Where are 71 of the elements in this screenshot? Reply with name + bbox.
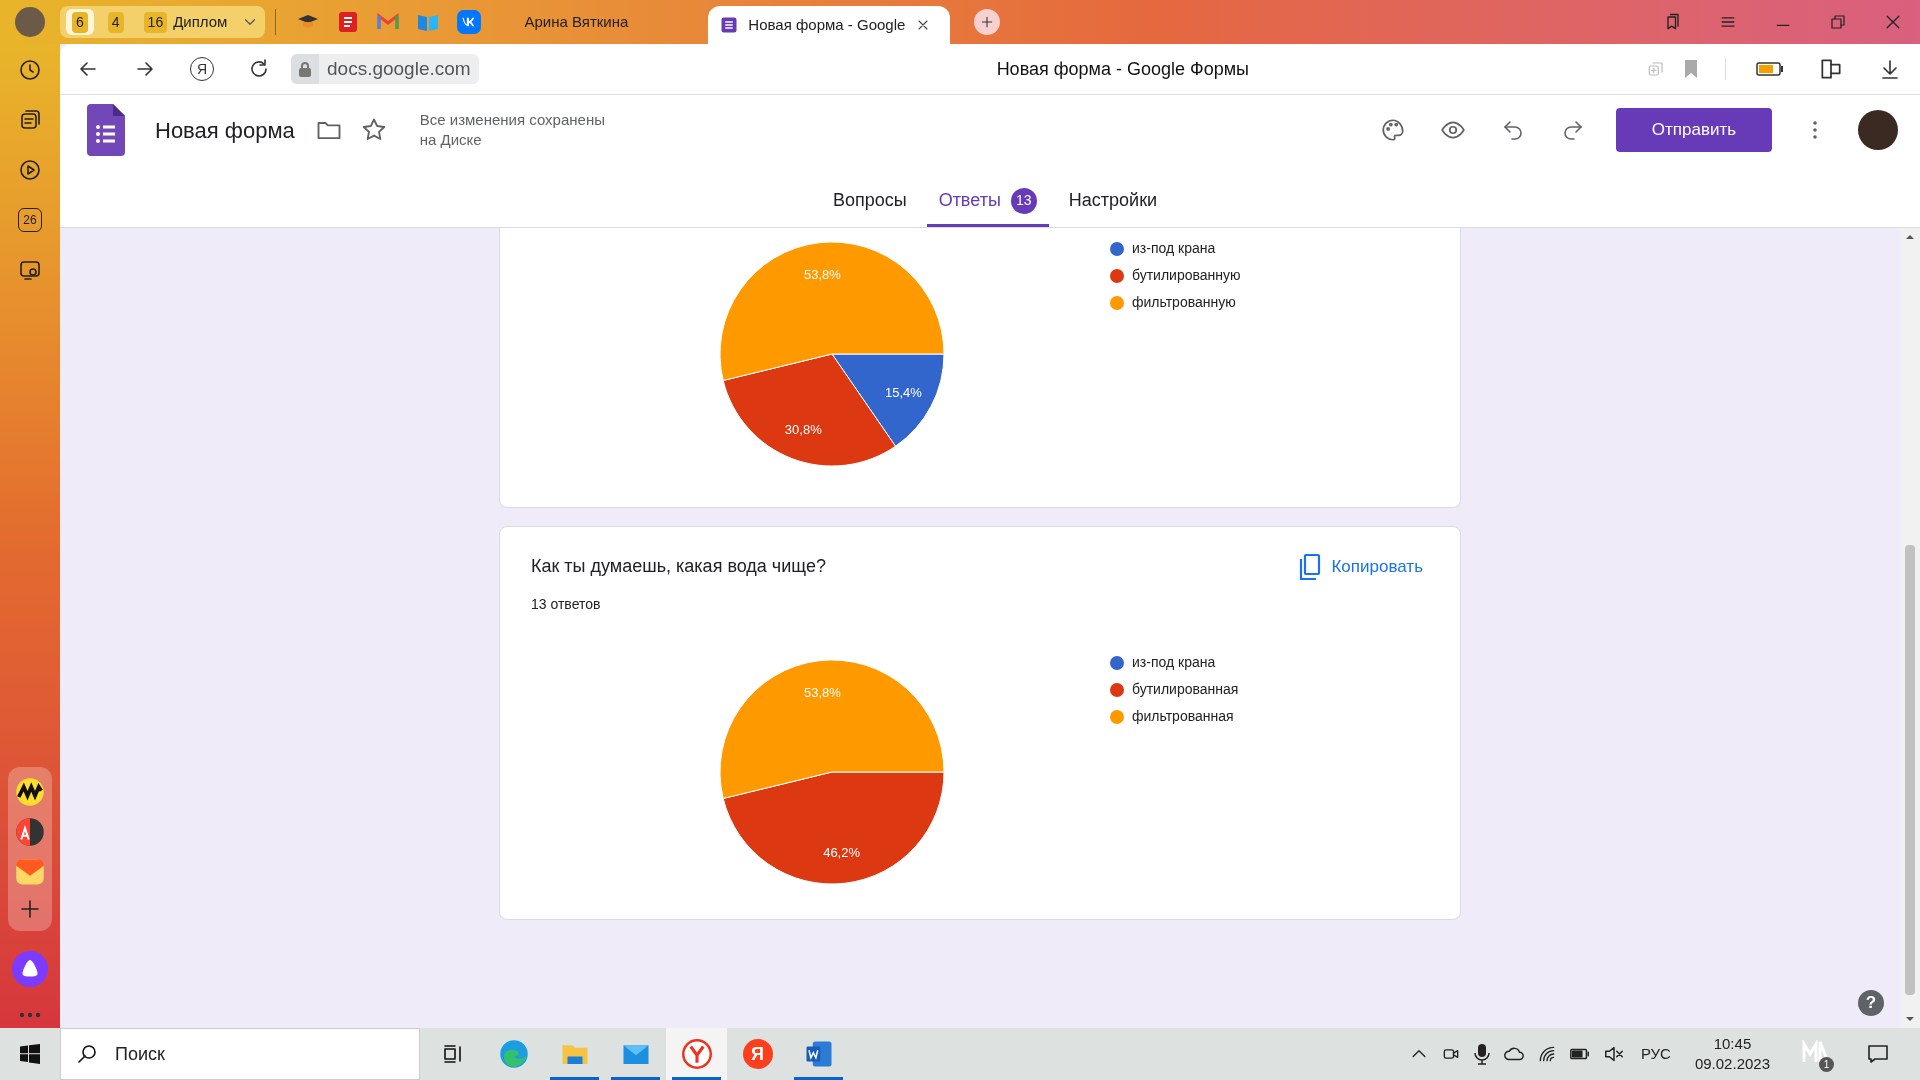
question-title: Как ты думаешь, какая вода чище? bbox=[531, 555, 826, 578]
notification-badge: 1 bbox=[1819, 1057, 1834, 1072]
account-avatar[interactable] bbox=[1858, 110, 1898, 150]
calendar-icon[interactable]: 26 bbox=[18, 208, 42, 232]
alice-assistant-icon[interactable] bbox=[12, 951, 48, 987]
palette-icon[interactable] bbox=[1380, 117, 1406, 143]
protect-icon[interactable] bbox=[1818, 56, 1844, 82]
legend-label: бутилированная bbox=[1132, 680, 1239, 699]
slice-label: 53,8% bbox=[803, 266, 841, 282]
collections-icon[interactable] bbox=[18, 108, 42, 132]
play-icon[interactable] bbox=[18, 158, 42, 182]
form-tab[interactable]: Вопросы bbox=[820, 177, 919, 227]
form-tab[interactable]: Настройки bbox=[1056, 177, 1170, 227]
tab-group-chip[interactable]: 4 bbox=[101, 9, 130, 35]
screenshot-icon[interactable] bbox=[18, 258, 42, 282]
copy-button[interactable]: Копировать bbox=[1291, 547, 1429, 587]
slice-label: 15,4% bbox=[884, 384, 922, 400]
forms-icon bbox=[720, 16, 739, 34]
tab-group-count: 4 bbox=[107, 11, 124, 33]
notifications-icon[interactable] bbox=[1866, 1042, 1890, 1066]
scrollbar[interactable] bbox=[1900, 228, 1920, 1028]
restore-icon[interactable] bbox=[1828, 13, 1847, 31]
search-icon[interactable] bbox=[75, 1042, 99, 1066]
tab-group-count: 6 bbox=[72, 11, 88, 33]
copy-icon bbox=[1297, 553, 1322, 581]
redo-icon[interactable] bbox=[1561, 118, 1585, 142]
save-status: Все изменения сохранены на Диске bbox=[419, 110, 606, 150]
browser-tab[interactable]: Арина Вяткина bbox=[504, 3, 649, 41]
send-button[interactable]: Отправить bbox=[1616, 108, 1772, 152]
undo-icon[interactable] bbox=[1501, 118, 1525, 142]
slice-label: 46,2% bbox=[823, 845, 861, 861]
market-logo-icon[interactable] bbox=[15, 777, 45, 807]
vk-logo-icon[interactable] bbox=[456, 9, 483, 35]
legend-label: из-под крана bbox=[1132, 653, 1216, 672]
windows-start-icon[interactable] bbox=[20, 1044, 40, 1064]
legend-label: фильтрованная bbox=[1132, 707, 1234, 726]
language-indicator[interactable]: РУС bbox=[1640, 1042, 1671, 1066]
more-icon[interactable] bbox=[18, 1011, 42, 1019]
microphone-icon[interactable] bbox=[1472, 1043, 1491, 1065]
response-count: 13 ответов bbox=[531, 595, 602, 614]
scroll-up-icon[interactable] bbox=[1905, 232, 1915, 242]
form-title[interactable]: Новая форма bbox=[155, 113, 295, 147]
legend-label: бутилированную bbox=[1132, 266, 1241, 285]
browser-icon bbox=[681, 1039, 712, 1069]
clock-icon[interactable] bbox=[18, 58, 42, 82]
scroll-down-icon[interactable] bbox=[1905, 1014, 1915, 1024]
yandex-icon: Я bbox=[742, 1039, 773, 1069]
slice-label: 30,8% bbox=[784, 422, 822, 438]
help-button[interactable]: ? bbox=[1858, 990, 1884, 1016]
tab-group-count: 16 bbox=[143, 11, 168, 33]
tab-group-chip[interactable]: 6 bbox=[66, 9, 94, 35]
taskbar-app[interactable]: Я bbox=[727, 1028, 788, 1080]
taskbar-app[interactable] bbox=[666, 1028, 727, 1080]
lock-icon[interactable] bbox=[298, 61, 312, 77]
forms-logo-icon[interactable] bbox=[87, 104, 125, 156]
response-count-badge: 13 bbox=[1010, 187, 1037, 214]
tab-group-label: Диплом bbox=[173, 11, 228, 32]
battery-icon[interactable] bbox=[1756, 61, 1784, 77]
taskbar-search-field[interactable]: Поиск bbox=[60, 1028, 420, 1080]
new-tab-button[interactable] bbox=[974, 9, 1001, 35]
slice-label: 53,8% bbox=[803, 684, 841, 700]
browser-tab[interactable]: Новая форма - Google bbox=[708, 6, 951, 44]
legend-label: фильтрованную bbox=[1132, 293, 1236, 312]
profile-avatar[interactable] bbox=[15, 7, 45, 37]
edge-icon bbox=[498, 1039, 529, 1069]
legend-label: из-под крана bbox=[1132, 239, 1216, 258]
page-title: Новая форма - Google Формы bbox=[996, 57, 1250, 81]
clock[interactable]: 10:45 09.02.2023 bbox=[1694, 1034, 1770, 1074]
plus-icon[interactable] bbox=[18, 897, 42, 921]
translate-icon[interactable] bbox=[15, 817, 45, 847]
tab-group-chip[interactable]: 16 Диплом bbox=[137, 9, 234, 35]
